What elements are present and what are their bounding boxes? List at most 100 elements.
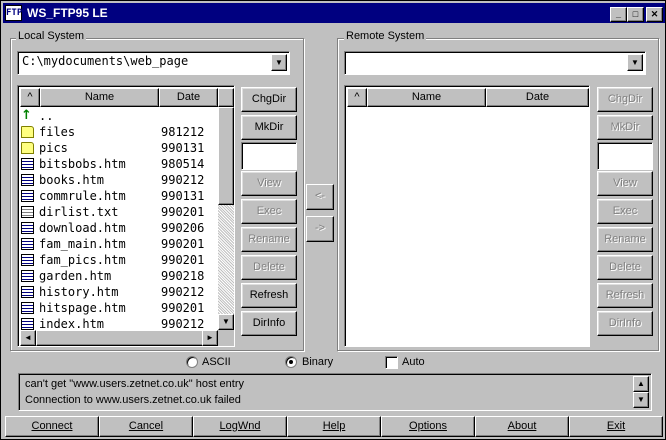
list-item[interactable]: hitspage.htm 990201 [20, 300, 214, 316]
connect-button[interactable]: Connect [5, 416, 99, 437]
list-item[interactable]: garden.htm 990218 [20, 268, 214, 284]
local-scroll-thumb[interactable] [218, 107, 234, 205]
parent-dir-icon: ↑ [21, 108, 32, 123]
list-item[interactable]: commrule.htm 990131 [20, 188, 214, 204]
remote-refresh-button[interactable]: Refresh [597, 283, 653, 308]
file-date: 990201 [161, 301, 205, 315]
list-item[interactable]: history.htm 990212 [20, 284, 214, 300]
remote-dirinfo-button[interactable]: DirInfo [597, 311, 653, 336]
binary-label[interactable]: Binary [302, 356, 333, 368]
remote-sort-header[interactable]: ^ [347, 88, 367, 107]
remote-input-box[interactable] [597, 142, 653, 170]
about-button[interactable]: About [475, 416, 569, 437]
local-path-combo[interactable]: C:\mydocuments\web_page ▼ [17, 51, 290, 75]
folder-icon [21, 126, 34, 138]
local-scroll-right-button[interactable]: ► [202, 330, 218, 346]
exit-button[interactable]: Exit [569, 416, 663, 437]
file-name: history.htm [39, 285, 119, 299]
html-file-icon [21, 302, 34, 314]
file-date: 990212 [161, 317, 205, 331]
minimize-button[interactable]: _ [610, 7, 627, 22]
local-scroll-left-button[interactable]: ◄ [20, 330, 36, 346]
file-name: fam_pics.htm [39, 253, 126, 267]
chevron-down-icon[interactable]: ▼ [271, 54, 287, 71]
text-file-icon [21, 206, 34, 218]
help-button[interactable]: Help [287, 416, 381, 437]
file-name: index.htm [39, 317, 105, 331]
logwnd-button[interactable]: LogWnd [193, 416, 287, 437]
maximize-button[interactable]: □ [627, 7, 644, 22]
html-file-icon [21, 174, 34, 186]
list-item[interactable]: books.htm 990212 [20, 172, 214, 188]
local-delete-button[interactable]: Delete [241, 255, 297, 280]
html-file-icon [21, 158, 34, 170]
remote-mkdir-button[interactable]: MkDir [597, 115, 653, 140]
local-rename-button[interactable]: Rename [241, 227, 297, 252]
remote-file-list[interactable]: ^ Name Date [344, 85, 590, 347]
list-item[interactable]: download.htm 990206 [20, 220, 214, 236]
chevron-down-icon[interactable]: ▼ [627, 54, 643, 71]
ascii-label[interactable]: ASCII [202, 356, 231, 368]
file-date: 990201 [161, 205, 205, 219]
cancel-button[interactable]: Cancel [99, 416, 193, 437]
transfer-to-remote-button[interactable]: -> [306, 216, 334, 242]
ascii-radio[interactable] [186, 356, 198, 368]
local-scroll-down-button[interactable]: ▼ [218, 314, 234, 330]
list-item[interactable]: fam_pics.htm 990201 [20, 252, 214, 268]
radio-selected-dot [289, 360, 293, 364]
local-input-box[interactable] [241, 142, 297, 170]
log-scroll-down-button[interactable]: ▼ [633, 392, 649, 408]
local-view-button[interactable]: View [241, 171, 297, 196]
close-button[interactable]: ✕ [646, 7, 663, 22]
local-chgdir-button[interactable]: ChgDir [241, 87, 297, 112]
local-exec-button[interactable]: Exec [241, 199, 297, 224]
local-name-header[interactable]: Name [40, 88, 159, 107]
remote-exec-button[interactable]: Exec [597, 199, 653, 224]
binary-radio[interactable] [285, 356, 297, 368]
html-file-icon [21, 222, 34, 234]
auto-label[interactable]: Auto [402, 356, 425, 368]
transfer-to-local-button[interactable]: <- [306, 184, 334, 210]
remote-path-combo[interactable]: ▼ [344, 51, 646, 75]
options-button[interactable]: Options [381, 416, 475, 437]
local-file-list[interactable]: ^ Name Date ↑.. files 981212 pics 990131 bits… [17, 85, 235, 347]
remote-chgdir-button[interactable]: ChgDir [597, 87, 653, 112]
window-title: WS_FTP95 LE [27, 6, 108, 20]
local-refresh-button[interactable]: Refresh [241, 283, 297, 308]
remote-view-button[interactable]: View [597, 171, 653, 196]
log-line: Connection to www.users.zetnet.co.uk fai… [25, 394, 241, 406]
file-name: books.htm [39, 173, 105, 187]
html-file-icon [21, 286, 34, 298]
file-name: commrule.htm [39, 189, 126, 203]
local-dirinfo-button[interactable]: DirInfo [241, 311, 297, 336]
remote-date-header[interactable]: Date [486, 88, 589, 107]
list-item[interactable]: files 981212 [20, 124, 214, 140]
auto-checkbox[interactable] [385, 356, 398, 369]
local-hscroll-thumb[interactable] [36, 330, 204, 346]
title-bar[interactable]: FTP WS_FTP95 LE _ □ ✕ [3, 3, 665, 23]
local-mkdir-button[interactable]: MkDir [241, 115, 297, 140]
list-item[interactable]: ↑.. [20, 108, 214, 124]
html-file-icon [21, 318, 34, 330]
remote-name-header[interactable]: Name [367, 88, 486, 107]
file-date: 990212 [161, 285, 205, 299]
local-sort-header[interactable]: ^ [20, 88, 40, 107]
list-item[interactable]: pics 990131 [20, 140, 214, 156]
file-date: 980514 [161, 157, 205, 171]
log-scroll-up-button[interactable]: ▲ [633, 376, 649, 392]
file-date: 990201 [161, 237, 205, 251]
remote-system-label: Remote System [344, 30, 427, 42]
local-date-header[interactable]: Date [159, 88, 218, 107]
list-item[interactable]: fam_main.htm 990201 [20, 236, 214, 252]
html-file-icon [21, 270, 34, 282]
local-scroll-top-button[interactable] [218, 88, 234, 107]
remote-delete-button[interactable]: Delete [597, 255, 653, 280]
list-item[interactable]: dirlist.txt 990201 [20, 204, 214, 220]
list-item[interactable]: bitsbobs.htm 980514 [20, 156, 214, 172]
remote-rename-button[interactable]: Rename [597, 227, 653, 252]
status-log[interactable]: can't get "www.users.zetnet.co.uk" host … [18, 373, 652, 411]
file-name: dirlist.txt [39, 205, 119, 219]
file-name: download.htm [39, 221, 126, 235]
html-file-icon [21, 190, 34, 202]
ftp-app-icon[interactable]: FTP [5, 5, 22, 21]
